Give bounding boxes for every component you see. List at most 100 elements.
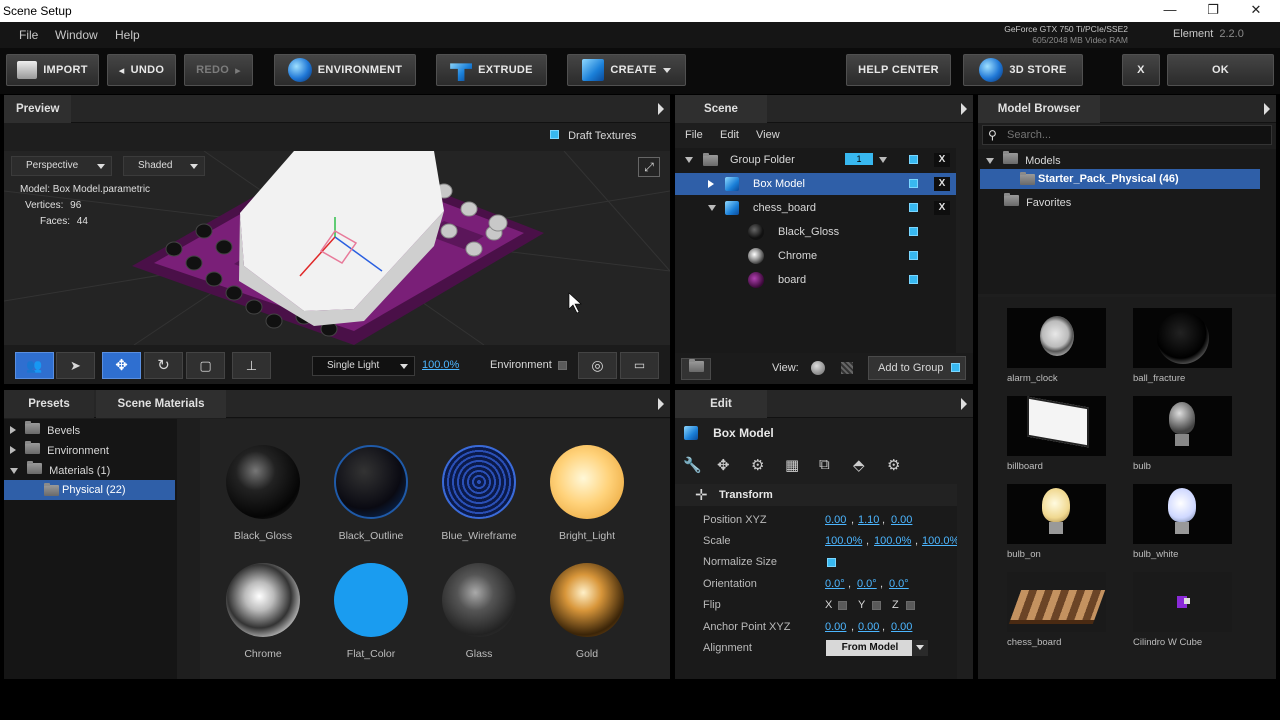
scene-menu-edit[interactable]: Edit — [720, 129, 739, 141]
3d-store-button[interactable]: 3D STORE — [963, 54, 1083, 86]
normalize-checkbox[interactable] — [827, 558, 836, 567]
tab-preview[interactable]: Preview — [4, 95, 72, 123]
help-center-button[interactable]: HELP CENTER — [846, 54, 951, 86]
menu-help[interactable]: Help — [115, 28, 140, 42]
light-percent-value[interactable]: 100.0% — [422, 359, 459, 371]
layers-icon[interactable]: ⧉ — [819, 456, 830, 473]
model-thumb-billboard[interactable] — [1007, 396, 1106, 456]
model-thumb-bulb-on[interactable] — [1007, 484, 1106, 544]
wrench-icon[interactable]: 🔧 — [683, 456, 702, 474]
grid-view-icon[interactable] — [841, 362, 853, 374]
draft-textures-checkbox[interactable] — [550, 130, 559, 139]
tree-item-materials[interactable]: Materials (1) — [10, 461, 110, 477]
panel-expand-icon[interactable] — [961, 398, 967, 410]
panel-expand-icon[interactable] — [658, 103, 664, 115]
transform-header[interactable]: ✛ Transform — [675, 484, 957, 506]
settings-icon[interactable]: ⚙ — [887, 456, 900, 474]
scale-icon[interactable]: ▢ — [186, 352, 225, 379]
tree-item-environment[interactable]: Environment — [10, 441, 109, 457]
light-mode-dropdown[interactable]: Single Light — [312, 356, 415, 376]
material-blue-wireframe[interactable] — [442, 445, 516, 519]
model-thumb-ball-fracture[interactable] — [1133, 308, 1232, 368]
remove-button[interactable]: X — [934, 177, 950, 191]
close-window-button[interactable]: ✕ — [1236, 2, 1276, 20]
visibility-checkbox[interactable] — [909, 155, 918, 164]
scene-item-board[interactable]: board — [675, 269, 956, 291]
model-thumb-alarm-clock[interactable] — [1007, 308, 1106, 368]
orientation-z-value[interactable]: 0.0° — [889, 578, 909, 590]
ok-button[interactable]: OK — [1167, 54, 1274, 86]
flip-z-checkbox[interactable] — [906, 601, 915, 610]
move-tool-icon[interactable]: ✥ — [717, 456, 730, 474]
rotate-icon[interactable]: ↻ — [144, 352, 183, 379]
tab-scene[interactable]: Scene — [675, 95, 767, 123]
draft-textures-toggle[interactable]: Draft Textures — [550, 130, 636, 142]
new-folder-icon[interactable] — [681, 358, 711, 380]
scene-item-chess-board[interactable]: chess_board X — [675, 197, 956, 219]
tree-item-bevels[interactable]: Bevels — [10, 421, 80, 437]
remove-button[interactable]: X — [934, 153, 950, 167]
flip-y-checkbox[interactable] — [872, 601, 881, 610]
bevel-icon[interactable]: ⬘ — [853, 456, 865, 474]
view-mode-dropdown[interactable]: Perspective — [11, 156, 112, 176]
tab-presets[interactable]: Presets — [4, 390, 94, 418]
material-chrome[interactable] — [226, 563, 300, 637]
scene-item-box-model[interactable]: Box Model X — [675, 173, 956, 195]
panel-expand-icon[interactable] — [1264, 103, 1270, 115]
search-input[interactable] — [1007, 127, 1265, 143]
redo-button[interactable]: REDO ▸ — [184, 54, 253, 86]
scale-z-value[interactable]: 100.0% — [922, 535, 957, 547]
flip-x-checkbox[interactable] — [838, 601, 847, 610]
shading-dropdown[interactable]: Shaded — [123, 156, 205, 176]
menu-window[interactable]: Window — [55, 28, 98, 42]
model-thumb-bulb[interactable] — [1133, 396, 1232, 456]
undo-button[interactable]: ◂ UNDO — [107, 54, 176, 86]
import-button[interactable]: IMPORT — [6, 54, 99, 86]
select-arrow-icon[interactable]: ➤ — [56, 352, 95, 379]
sphere-view-icon[interactable] — [811, 361, 825, 375]
tab-edit[interactable]: Edit — [675, 390, 767, 418]
material-icon[interactable]: ▦ — [785, 456, 799, 474]
scene-item-black-gloss[interactable]: Black_Gloss — [675, 221, 956, 243]
model-thumb-cilindro-w-cube[interactable] — [1133, 572, 1232, 632]
group-count-badge[interactable]: 1 — [845, 153, 873, 165]
tree-item-starter-pack[interactable]: Starter_Pack_Physical (46) — [980, 169, 1260, 189]
visibility-checkbox[interactable] — [909, 275, 918, 284]
tree-item-models[interactable]: Models — [986, 151, 1061, 167]
position-x-value[interactable]: 0.00 — [825, 514, 846, 526]
environment-checkbox[interactable] — [558, 361, 567, 370]
panel-expand-icon[interactable] — [961, 103, 967, 115]
cancel-button[interactable]: X — [1122, 54, 1160, 86]
move-icon[interactable]: ✥ — [102, 352, 141, 379]
target-icon[interactable]: ◎ — [578, 352, 617, 379]
anchor-z-value[interactable]: 0.00 — [891, 621, 912, 633]
minimize-button[interactable]: — — [1150, 2, 1190, 20]
fullscreen-icon[interactable]: ⤢ — [638, 157, 660, 177]
scene-item-chrome[interactable]: Chrome — [675, 245, 956, 267]
axis-icon[interactable]: ⊥ — [232, 352, 271, 379]
model-thumb-chess-board[interactable] — [1007, 572, 1106, 632]
scene-menu-view[interactable]: View — [756, 129, 780, 141]
position-z-value[interactable]: 0.00 — [891, 514, 912, 526]
scale-y-value[interactable]: 100.0% — [874, 535, 911, 547]
tree-item-physical[interactable]: Physical (22) — [4, 480, 175, 500]
create-button[interactable]: CREATE — [567, 54, 686, 86]
maximize-button[interactable]: ❐ — [1193, 2, 1233, 20]
environment-button[interactable]: ENVIRONMENT — [274, 54, 416, 86]
alignment-dropdown[interactable]: From Model — [826, 640, 928, 656]
anchor-x-value[interactable]: 0.00 — [825, 621, 846, 633]
material-flat-color[interactable] — [334, 563, 408, 637]
menu-file[interactable]: File — [19, 28, 38, 42]
chevron-down-icon[interactable] — [879, 157, 887, 163]
tree-item-favorites[interactable]: Favorites — [1004, 193, 1071, 209]
tab-model-browser[interactable]: Model Browser — [978, 95, 1100, 123]
3d-viewport[interactable]: Perspective Shaded Model: Box Model.para… — [4, 151, 670, 345]
remove-button[interactable]: X — [934, 201, 950, 215]
material-bright-light[interactable] — [550, 445, 624, 519]
anchor-y-value[interactable]: 0.00 — [858, 621, 879, 633]
position-y-value[interactable]: 1.10 — [858, 514, 879, 526]
visibility-checkbox[interactable] — [909, 227, 918, 236]
visibility-checkbox[interactable] — [909, 251, 918, 260]
scene-menu-file[interactable]: File — [685, 129, 703, 141]
monitor-icon[interactable]: ▭ — [620, 352, 659, 379]
